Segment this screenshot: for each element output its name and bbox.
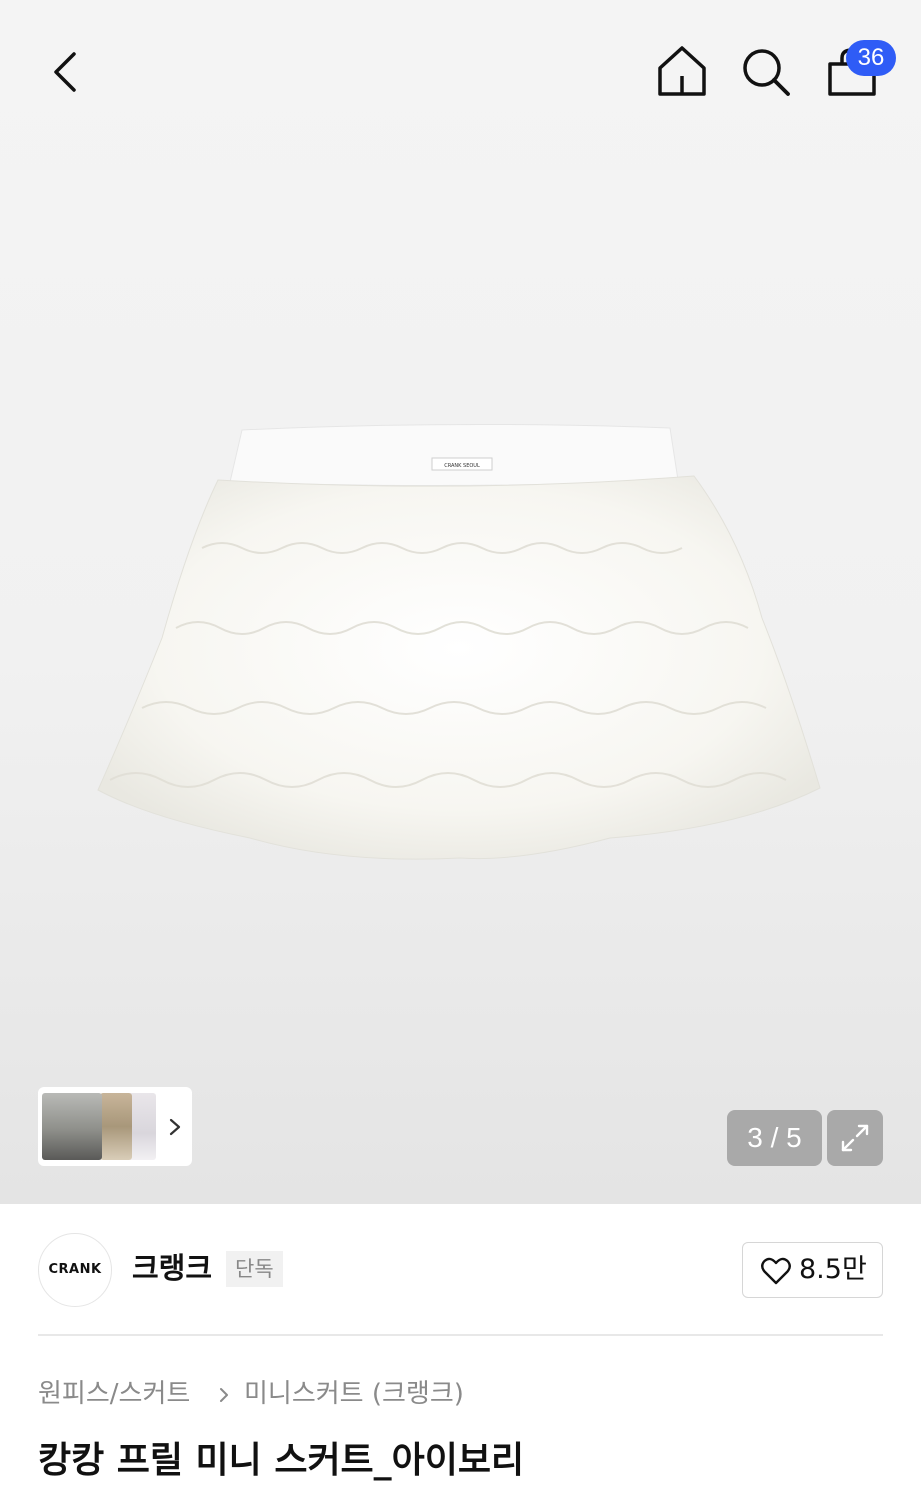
- like-button[interactable]: 8.5만: [742, 1242, 883, 1298]
- breadcrumb-subcategory[interactable]: 미니스커트 (크랭크): [244, 1374, 464, 1414]
- cart-badge: 36: [846, 40, 896, 76]
- product-gallery[interactable]: 36 CRANK SEOUL 3 / 5: [0, 0, 921, 1204]
- thumbnail-image[interactable]: [100, 1093, 132, 1160]
- search-icon[interactable]: [738, 44, 794, 100]
- thumbnail-image[interactable]: [128, 1093, 156, 1160]
- thumbnail-image[interactable]: [42, 1093, 102, 1160]
- divider: [38, 1334, 883, 1336]
- breadcrumb-category[interactable]: 원피스/스커트: [38, 1374, 190, 1414]
- image-counter: 3 / 5: [727, 1110, 822, 1166]
- product-title: 캉캉 프릴 미니 스커트_아이보리: [38, 1440, 525, 1481]
- label-patch-text: CRANK SEOUL: [444, 463, 480, 469]
- exclusive-badge: 단독: [226, 1251, 283, 1287]
- product-image[interactable]: CRANK SEOUL: [90, 418, 830, 870]
- brand-logo[interactable]: CRANK: [38, 1233, 112, 1307]
- thumbnail-strip[interactable]: [38, 1087, 192, 1166]
- back-icon[interactable]: [40, 44, 96, 100]
- heart-icon: [761, 1257, 791, 1285]
- expand-button[interactable]: [827, 1110, 883, 1166]
- home-icon[interactable]: [652, 42, 712, 102]
- chevron-right-icon: [220, 1388, 228, 1402]
- chevron-right-icon[interactable]: [164, 1114, 186, 1140]
- expand-icon: [841, 1124, 869, 1152]
- like-count: 8.5만: [799, 1254, 867, 1285]
- brand-name[interactable]: 크랭크: [132, 1246, 212, 1290]
